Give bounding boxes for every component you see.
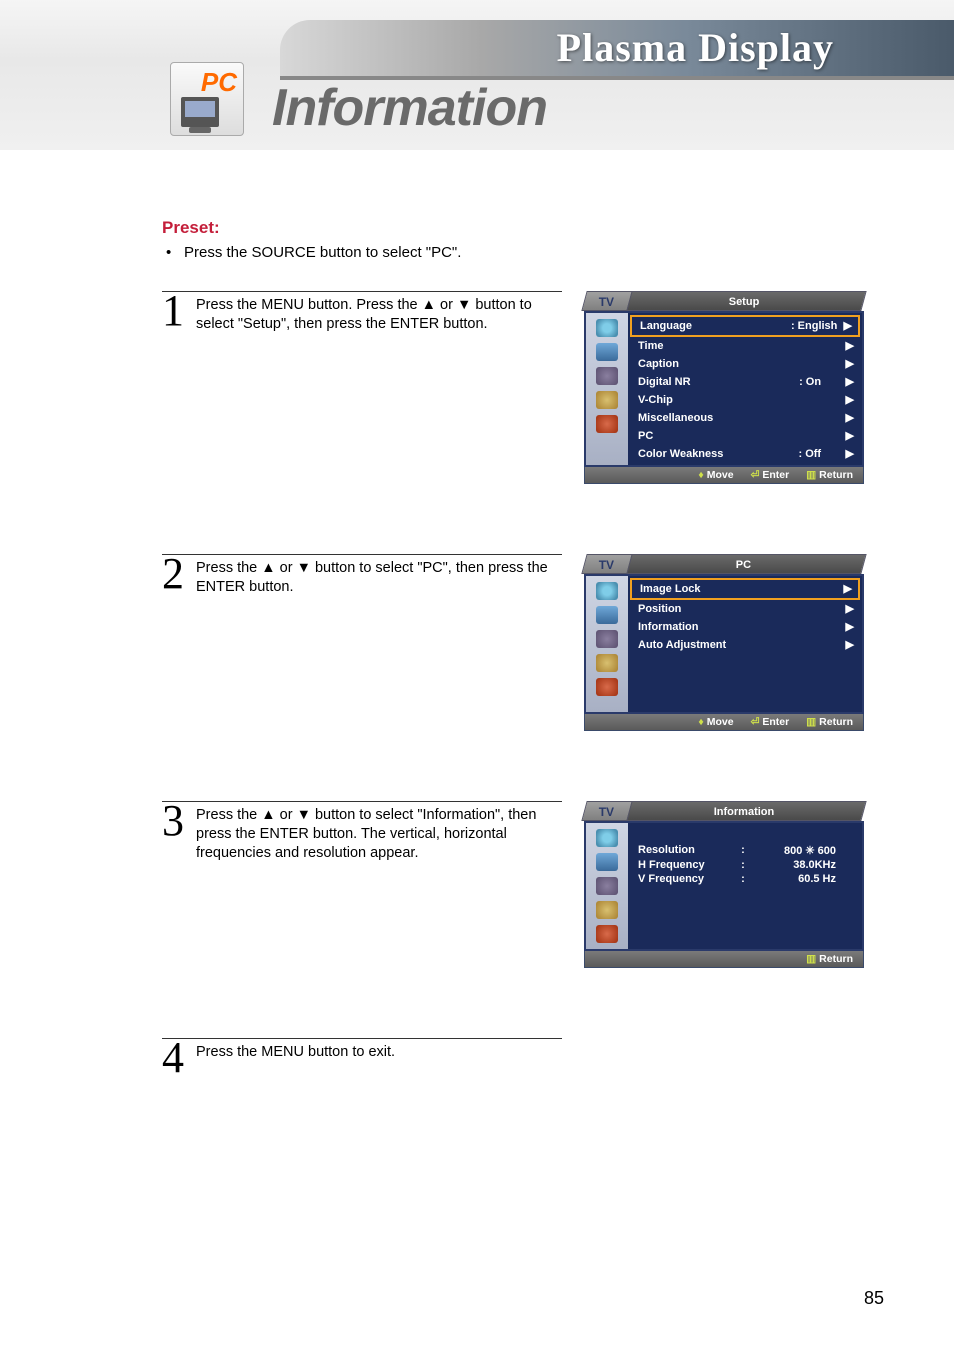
step-3: 3 Press the ▲ or ▼ button to select "Inf… [162, 801, 562, 863]
page-number: 85 [864, 1288, 884, 1309]
sound-icon [596, 606, 618, 624]
return-icon: ▥ [806, 716, 816, 728]
preset-heading: Preset: [162, 218, 884, 238]
menu-color-weakness[interactable]: Color Weakness: Off ▶ [630, 445, 860, 463]
enter-icon: ⏎ [751, 716, 760, 728]
info-v-frequency: V Frequency:60.5 Hz [638, 872, 852, 886]
pc-badge-label: PC [201, 67, 237, 98]
osd-source-badge: TV [581, 801, 632, 821]
osd-information: TV Information Resolution:800 ✳ 600 H Fr… [584, 801, 864, 968]
chevron-right-icon: ▶ [846, 376, 854, 388]
chevron-right-icon: ▶ [846, 637, 854, 653]
picture-icon [596, 829, 618, 847]
return-icon: ▥ [806, 953, 816, 965]
step-4: 4 Press the MENU button to exit. [162, 1038, 562, 1077]
brand-text: Plasma Display [557, 24, 834, 71]
osd-source-badge: TV [581, 554, 632, 574]
picture-icon [596, 319, 618, 337]
osd-title: PC [621, 554, 866, 574]
step-text: Press the MENU button to exit. [196, 1039, 562, 1062]
osd-footer: ▥Return [584, 951, 864, 968]
step-text: Press the MENU button. Press the ▲ or ▼ … [196, 292, 562, 334]
osd-title: Setup [621, 291, 866, 311]
osd-source-badge: TV [581, 291, 632, 311]
move-icon: ♦ [698, 469, 703, 481]
menu-information[interactable]: Information▶ [630, 618, 860, 636]
monitor-icon [181, 97, 219, 127]
channel-icon [596, 367, 618, 385]
step-number: 2 [162, 555, 196, 593]
chevron-right-icon: ▶ [846, 428, 854, 444]
channel-icon [596, 630, 618, 648]
chevron-right-icon: ▶ [844, 320, 852, 332]
info-resolution: Resolution:800 ✳ 600 [638, 843, 852, 858]
menu-vchip[interactable]: V-Chip▶ [630, 391, 860, 409]
menu-caption[interactable]: Caption▶ [630, 355, 860, 373]
chevron-right-icon: ▶ [846, 601, 854, 617]
step-number: 1 [162, 292, 196, 330]
info-h-frequency: H Frequency:38.0KHz [638, 858, 852, 872]
setup-icon [596, 654, 618, 672]
chevron-right-icon: ▶ [846, 338, 854, 354]
picture-icon [596, 582, 618, 600]
osd-setup: TV Setup Language: English ▶ Time▶ Capti… [584, 291, 864, 484]
move-icon: ♦ [698, 716, 703, 728]
step-number: 4 [162, 1039, 196, 1077]
input-icon [596, 925, 618, 943]
menu-auto-adjustment[interactable]: Auto Adjustment▶ [630, 636, 860, 654]
channel-icon [596, 877, 618, 895]
chevron-right-icon: ▶ [846, 392, 854, 408]
osd-title: Information [621, 801, 866, 821]
return-icon: ▥ [806, 469, 816, 481]
osd-side-icons [586, 313, 628, 465]
menu-language[interactable]: Language: English ▶ [630, 315, 860, 337]
osd-footer: ♦Move ⏎Enter ▥Return [584, 467, 864, 484]
osd-footer: ♦Move ⏎Enter ▥Return [584, 714, 864, 731]
sound-icon [596, 853, 618, 871]
menu-image-lock[interactable]: Image Lock▶ [630, 578, 860, 600]
chevron-right-icon: ▶ [846, 619, 854, 635]
step-2: 2 Press the ▲ or ▼ button to select "PC"… [162, 554, 562, 597]
pc-badge: PC [170, 62, 244, 136]
sound-icon [596, 343, 618, 361]
osd-pc: TV PC Image Lock▶ Position▶ Information▶… [584, 554, 864, 731]
step-text: Press the ▲ or ▼ button to select "PC", … [196, 555, 562, 597]
menu-time[interactable]: Time▶ [630, 337, 860, 355]
input-icon [596, 415, 618, 433]
chevron-right-icon: ▶ [846, 448, 854, 460]
preset-instruction: Press the SOURCE button to select "PC". [162, 244, 884, 261]
chevron-right-icon: ▶ [844, 581, 852, 597]
menu-pc[interactable]: PC▶ [630, 427, 860, 445]
osd-side-icons [586, 823, 628, 949]
menu-position[interactable]: Position▶ [630, 600, 860, 618]
menu-misc[interactable]: Miscellaneous▶ [630, 409, 860, 427]
input-icon [596, 678, 618, 696]
enter-icon: ⏎ [751, 469, 760, 481]
menu-digital-nr[interactable]: Digital NR: On ▶ [630, 373, 860, 391]
page-title: Information [272, 78, 547, 138]
chevron-right-icon: ▶ [846, 356, 854, 372]
osd-side-icons [586, 576, 628, 712]
page-banner: Plasma Display PC Information [0, 0, 954, 150]
step-number: 3 [162, 802, 196, 840]
setup-icon [596, 901, 618, 919]
chevron-right-icon: ▶ [846, 410, 854, 426]
step-1: 1 Press the MENU button. Press the ▲ or … [162, 291, 562, 334]
setup-icon [596, 391, 618, 409]
step-text: Press the ▲ or ▼ button to select "Infor… [196, 802, 562, 863]
